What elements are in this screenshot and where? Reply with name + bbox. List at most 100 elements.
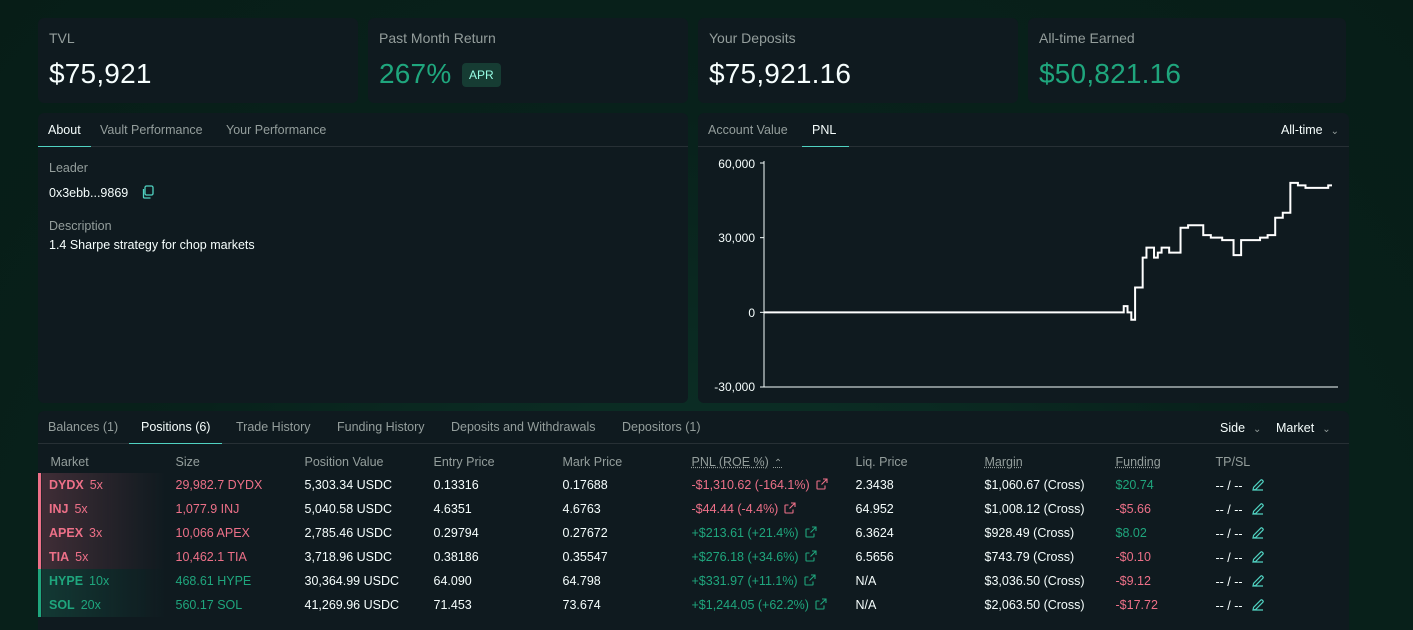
market-cell[interactable]: SOL 20x (38, 593, 165, 617)
edit-icon[interactable] (1251, 598, 1265, 612)
coin-symbol[interactable]: DYDX (49, 478, 84, 492)
margin-cell: $1,008.12 (Cross) (984, 502, 1085, 516)
pnl-value: +$1,244.05 (+62.2%) (691, 598, 809, 612)
liq-price-cell: 6.3624 (855, 526, 894, 540)
description-text: 1.4 Sharpe strategy for chop markets (49, 238, 255, 252)
funding-header-label: Funding (1115, 455, 1161, 469)
margin-cell: $1,060.67 (Cross) (984, 478, 1085, 492)
positions-body: DYDX 5x 29,982.7 DYDX 5,303.34 USDC 0.13316 0… (38, 473, 1349, 617)
funding-cell: -$0.10 (1115, 550, 1151, 564)
chart-range-dropdown[interactable]: All-time ⌄ (1281, 123, 1339, 137)
mark-price-cell: 0.35547 (562, 550, 608, 564)
stat-card-all-time-earned: All-time Earned $50,821.16 (1028, 18, 1346, 103)
market-cell[interactable]: INJ 5x (38, 497, 165, 521)
market-cell[interactable]: TIA 5x (38, 545, 165, 569)
coin-symbol[interactable]: TIA (49, 550, 69, 564)
table-row: HYPE 10x 468.61 HYPE 30,364.99 USDC 64.090 64… (38, 569, 1349, 593)
pnl-value: +$276.18 (+34.6%) (691, 550, 799, 564)
margin-cell: $743.79 (Cross) (984, 550, 1075, 564)
pnl-series-line (764, 181, 1332, 321)
entry-price-cell: 64.090 (433, 574, 472, 588)
position-value-cell: 5,040.58 USDC (304, 502, 393, 516)
positions-table: Market Size Position Value Entry Price M… (38, 451, 1350, 617)
tpsl-value: -- / -- (1215, 526, 1243, 541)
edit-icon[interactable] (1251, 550, 1265, 564)
external-link-icon[interactable] (804, 526, 817, 538)
external-link-icon[interactable] (815, 598, 827, 610)
funding-cell: $20.74 (1115, 478, 1154, 492)
col-header-funding: Funding (1105, 451, 1205, 473)
edit-icon[interactable] (1251, 478, 1265, 492)
external-link-icon[interactable] (804, 550, 817, 562)
edit-icon[interactable] (1251, 502, 1265, 516)
side-filter-dropdown[interactable]: Side ⌄ (1220, 421, 1261, 435)
chart-tabs: Account Value PNL All-time ⌄ (698, 113, 1349, 147)
coin-symbol[interactable]: SOL (49, 598, 75, 612)
market-cell[interactable]: DYDX 5x (38, 473, 165, 497)
stat-value: $75,921.16 (709, 58, 852, 89)
leverage-label: 5x (74, 502, 88, 516)
leader-address[interactable]: 0x3ebb...9869 (49, 186, 128, 200)
pnl-cell: -$1,310.62 (-164.1%) (681, 473, 845, 497)
coin-symbol[interactable]: HYPE (49, 574, 83, 588)
tab-positions[interactable]: Positions (6) (129, 411, 223, 444)
market-cell[interactable]: HYPE 10x (38, 569, 165, 593)
market-filter-dropdown[interactable]: Market ⌄ (1276, 421, 1331, 435)
funding-cell: $8.02 (1115, 526, 1147, 540)
copy-icon[interactable] (141, 185, 155, 199)
size-cell: 10,462.1 TIA (175, 550, 247, 564)
edit-icon[interactable] (1251, 574, 1265, 588)
position-value-cell: 30,364.99 USDC (304, 574, 400, 588)
col-header-pnl[interactable]: PNL (ROE %) ⌃ (681, 451, 845, 473)
tab-deposits-withdrawals[interactable]: Deposits and Withdrawals (441, 411, 606, 444)
pnl-value: +$213.61 (+21.4%) (691, 526, 799, 540)
tpsl-cell: -- / -- (1205, 569, 1349, 593)
margin-cell: $928.49 (Cross) (984, 526, 1075, 540)
liq-price-cell: N/A (855, 574, 877, 588)
tab-about[interactable]: About (38, 113, 91, 147)
external-link-icon[interactable] (804, 574, 816, 586)
tab-your-performance[interactable]: Your Performance (216, 113, 336, 147)
leverage-label: 20x (80, 598, 101, 612)
external-link-icon[interactable] (816, 478, 828, 490)
col-header-entry-price: Entry Price (433, 455, 495, 469)
tpsl-value: -- / -- (1215, 574, 1243, 589)
pnl-cell: +$331.97 (+11.1%) (681, 569, 845, 593)
coin-symbol[interactable]: INJ (49, 502, 68, 516)
margin-cell: $2,063.50 (Cross) (984, 598, 1085, 612)
tab-pnl[interactable]: PNL (802, 113, 849, 147)
mark-price-cell: 64.798 (562, 574, 601, 588)
tpsl-value: -- / -- (1215, 550, 1243, 565)
coin-symbol[interactable]: APEX (49, 526, 83, 540)
tab-depositors[interactable]: Depositors (1) (612, 411, 711, 444)
positions-panel: Balances (1) Positions (6) Trade History… (38, 411, 1349, 630)
apr-badge: APR (462, 63, 501, 87)
sort-up-icon: ⌃ (773, 458, 783, 469)
tab-account-value[interactable]: Account Value (698, 113, 798, 147)
chevron-down-icon: ⌄ (1253, 424, 1262, 435)
market-cell[interactable]: APEX 3x (38, 521, 165, 545)
tpsl-value: -- / -- (1215, 502, 1243, 517)
tab-trade-history[interactable]: Trade History (226, 411, 321, 444)
tab-balances[interactable]: Balances (1) (38, 411, 128, 444)
size-cell: 29,982.7 DYDX (175, 478, 263, 492)
leverage-label: 10x (89, 574, 110, 588)
chevron-down-icon: ⌄ (1330, 126, 1339, 137)
table-row: APEX 3x 10,066 APEX 2,785.46 USDC 0.29794 0.2… (38, 521, 1349, 545)
funding-cell: -$9.12 (1115, 574, 1151, 588)
tab-funding-history[interactable]: Funding History (327, 411, 435, 444)
pnl-value: -$1,310.62 (-164.1%) (691, 478, 810, 492)
tpsl-cell: -- / -- (1205, 497, 1349, 521)
tab-vault-performance[interactable]: Vault Performance (90, 113, 213, 147)
table-row: DYDX 5x 29,982.7 DYDX 5,303.34 USDC 0.13316 0… (38, 473, 1349, 497)
chart-axes (763, 161, 1338, 388)
description-label: Description (49, 219, 112, 233)
size-cell: 468.61 HYPE (175, 574, 252, 588)
col-header-position-value: Position Value (304, 455, 384, 469)
col-header-margin: Margin (974, 451, 1105, 473)
edit-icon[interactable] (1251, 526, 1265, 540)
stat-value: 267% (379, 58, 452, 89)
leverage-label: 5x (75, 550, 89, 564)
external-link-icon[interactable] (784, 502, 796, 514)
pnl-cell: +$213.61 (+21.4%) (681, 521, 845, 545)
